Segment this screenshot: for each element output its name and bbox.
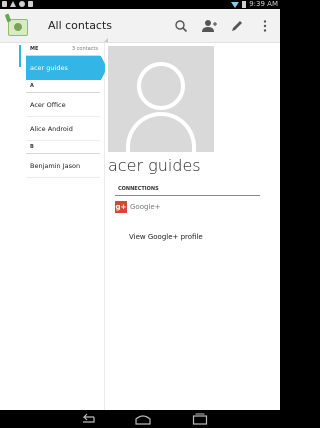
avatar-head-icon <box>137 62 185 110</box>
avatar-body-icon <box>126 112 196 152</box>
list-item-label: Alice Android <box>30 125 73 133</box>
battery-icon <box>242 1 247 8</box>
list-item-label: Benjamin Jason <box>30 162 81 170</box>
edit-button[interactable] <box>226 15 248 37</box>
connections-header-label: CONNECTIONS <box>118 186 159 192</box>
contact-detail: acer guides CONNECTIONS g+ Google+ View … <box>105 43 280 410</box>
home-icon[interactable] <box>134 413 152 425</box>
recent-apps-icon[interactable] <box>192 413 208 425</box>
content-area: ME 3 contacts acer guides A Acer Office … <box>0 43 280 410</box>
contact-name: acer guides <box>108 156 201 175</box>
section-header-a: A <box>26 80 100 93</box>
me-section-header: ME 3 contacts <box>26 43 100 56</box>
google-plus-connection[interactable]: g+ Google+ <box>115 201 260 215</box>
sync-icon <box>19 1 25 7</box>
scroll-indicator <box>19 45 21 67</box>
action-bar: All contacts <box>0 9 280 43</box>
pencil-icon <box>232 21 242 31</box>
connections-header: CONNECTIONS <box>115 184 260 196</box>
list-item-benjamin-jason[interactable]: Benjamin Jason <box>26 154 100 178</box>
list-item-label: Acer Office <box>30 101 66 109</box>
contacts-filter-spinner[interactable]: All contacts <box>48 19 112 33</box>
download-icon <box>28 1 33 7</box>
search-button[interactable] <box>170 15 192 37</box>
contact-count: 3 contacts <box>71 46 98 52</box>
contact-photo[interactable] <box>108 46 214 152</box>
section-letter: B <box>30 144 34 150</box>
overflow-menu-button[interactable] <box>254 15 276 37</box>
person-icon <box>14 23 22 31</box>
list-item-alice-android[interactable]: Alice Android <box>26 117 100 141</box>
navigation-bar <box>0 410 280 428</box>
people-app-icon[interactable] <box>4 13 31 39</box>
section-header-b: B <box>26 141 100 154</box>
bookmark-tab-icon <box>4 13 12 23</box>
google-plus-icon: g+ <box>115 201 127 213</box>
spinner-indicator-icon <box>104 38 108 42</box>
wifi-icon <box>231 1 240 8</box>
view-google-plus-profile-link[interactable]: View Google+ profile <box>129 233 203 241</box>
back-icon[interactable] <box>80 413 96 425</box>
more-vertical-icon <box>263 20 267 32</box>
section-letter: A <box>30 83 34 89</box>
list-item-acer-guides[interactable]: acer guides <box>26 56 107 80</box>
me-header-label: ME <box>30 46 39 52</box>
screenshot-icon <box>2 1 7 7</box>
notification-icons <box>2 1 33 7</box>
status-bar: 9:39 AM <box>0 0 280 9</box>
list-item-acer-office[interactable]: Acer Office <box>26 93 100 117</box>
status-time: 9:39 AM <box>249 0 278 8</box>
google-plus-label: Google+ <box>130 203 161 211</box>
add-contact-button[interactable] <box>198 15 220 37</box>
add-person-icon <box>202 20 217 32</box>
contact-list[interactable]: ME 3 contacts acer guides A Acer Office … <box>0 43 107 410</box>
warning-icon <box>10 1 16 7</box>
list-item-label: acer guides <box>30 64 68 72</box>
search-icon <box>175 20 188 33</box>
